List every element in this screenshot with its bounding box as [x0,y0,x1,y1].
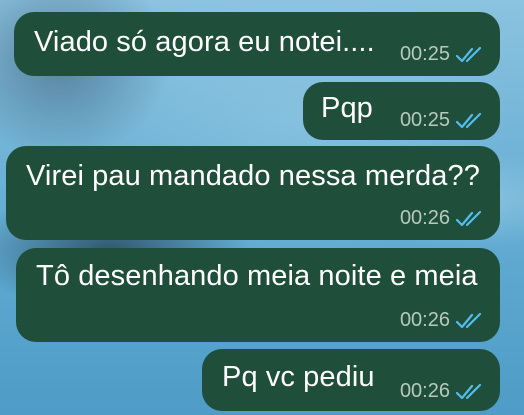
message-meta: 00:25 [400,109,486,132]
message-timestamp: 00:25 [399,43,450,65]
message-timestamp: 00:26 [399,309,450,331]
double-check-read-icon [456,210,482,226]
double-check-read-icon [456,46,482,62]
message-text: Viado só agora eu notei.... [34,26,375,58]
message-bubble[interactable]: Viado só agora eu notei.... 00:25 [14,12,500,76]
message-timestamp: 00:25 [399,109,450,131]
message-bubble[interactable]: Pqp 00:25 [303,82,500,140]
double-check-read-icon [456,112,482,128]
message-timestamp: 00:26 [399,380,450,402]
message-bubble[interactable]: Virei pau mandado nessa merda?? 00:26 [6,146,500,240]
message-meta: 00:25 [400,43,486,66]
message-text: Tô desenhando meia noite e meia [36,260,478,292]
message-text: Pqp [321,92,373,124]
message-bubble[interactable]: Tô desenhando meia noite e meia 00:26 [16,248,500,342]
message-text: Pq vc pediu [222,361,375,393]
message-meta: 00:26 [400,380,486,403]
double-check-read-icon [456,383,482,399]
message-bubble[interactable]: Pq vc pediu 00:26 [202,349,500,411]
message-meta: 00:26 [400,207,486,230]
double-check-read-icon [456,312,482,328]
message-text: Virei pau mandado nessa merda?? [26,160,480,192]
message-meta: 00:26 [400,309,486,332]
message-timestamp: 00:26 [399,207,450,229]
